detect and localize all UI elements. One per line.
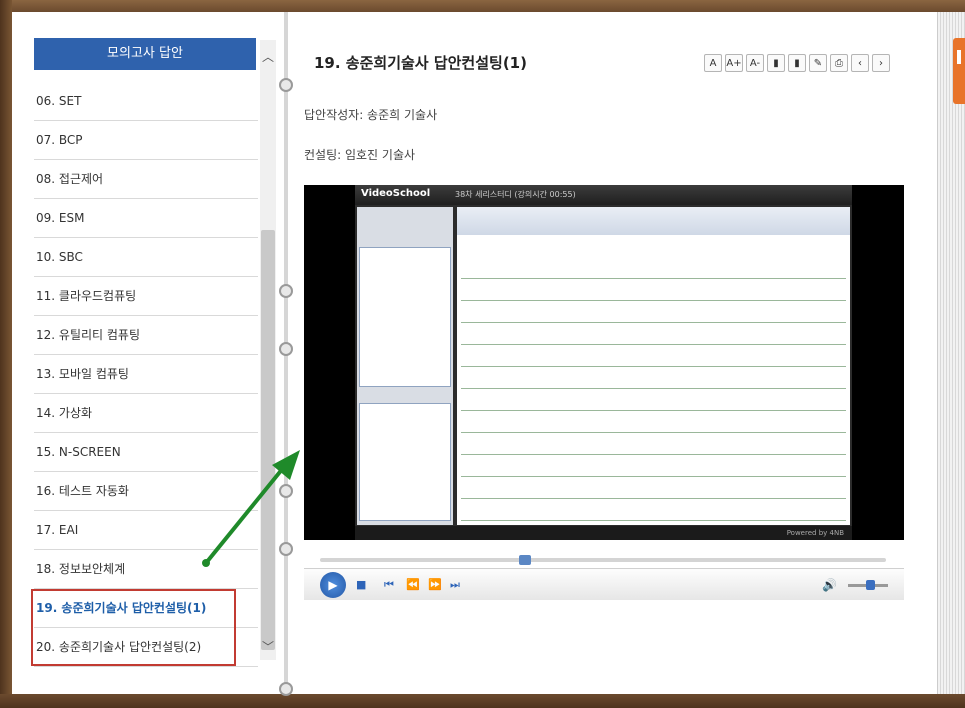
toc-item-07[interactable]: 07. BCP [34, 121, 258, 160]
selection-highlight-box [31, 589, 236, 666]
toc-item-08[interactable]: 08. 접근제어 [34, 160, 258, 199]
volume-thumb[interactable] [866, 580, 875, 590]
previous-track-icon[interactable]: ⏮ [384, 573, 394, 597]
video-caption: 38차 세리스터디 (강의시간 00:55) [455, 190, 576, 199]
video-brand: VideoSchool [361, 188, 431, 199]
toc-scrollbar[interactable]: ︿ ﹀ [260, 40, 276, 660]
stop-icon[interactable]: ■ [356, 573, 366, 597]
handwritten-notes [461, 257, 846, 523]
toc-item-16[interactable]: 16. 테스트 자동화 [34, 472, 258, 511]
toc-list: 06. SET 07. BCP 08. 접근제어 09. ESM 10. SBC… [34, 82, 258, 667]
video-frame-toolbar [457, 207, 850, 235]
video-frame-header: VideoSchool 38차 세리스터디 (강의시간 00:55) [355, 185, 852, 205]
seek-thumb[interactable] [519, 555, 531, 565]
book-frame-top [0, 0, 965, 12]
memo-icon[interactable]: ✎ [809, 54, 827, 72]
book: 모의고사 답안 06. SET 07. BCP 08. 접근제어 09. ESM… [12, 12, 938, 696]
prev-page-icon[interactable]: ‹ [851, 54, 869, 72]
toc-item-15[interactable]: 15. N-SCREEN [34, 433, 258, 472]
video-frame-document-list [359, 247, 451, 387]
book-frame-left [0, 0, 12, 708]
video-frame-footer: Powered by 4NB [355, 526, 852, 540]
bookmark-list-icon[interactable]: ▮ [788, 54, 806, 72]
toc-item-06[interactable]: 06. SET [34, 82, 258, 121]
author-line: 답안작성자: 송준희 기술사 [304, 108, 438, 122]
video-player[interactable]: VideoSchool 38차 세리스터디 (강의시간 00:55) Power… [304, 185, 904, 540]
toc-header: 모의고사 답안 [34, 38, 256, 70]
toc-item-14[interactable]: 14. 가상화 [34, 394, 258, 433]
video-frame-whiteboard [457, 207, 850, 525]
font-size-decrease-icon[interactable]: A- [746, 54, 764, 72]
bookmark-icon[interactable]: ▮ [767, 54, 785, 72]
rewind-icon[interactable]: ⏪ [406, 573, 420, 597]
toc-item-09[interactable]: 09. ESM [34, 199, 258, 238]
next-page-icon[interactable]: › [872, 54, 890, 72]
consultant-line: 컨설팅: 임호진 기술사 [304, 148, 416, 162]
font-size-increase-icon[interactable]: A+ [725, 54, 743, 72]
scroll-thumb[interactable] [261, 230, 275, 650]
toc-item-12[interactable]: 12. 유틸리티 컴퓨팅 [34, 316, 258, 355]
play-icon[interactable]: ▶ [320, 572, 346, 598]
next-track-icon[interactable]: ⏭ [450, 573, 460, 597]
reader-toolbar: A A+ A- ▮ ▮ ✎ ⎙ ‹ › [704, 54, 890, 72]
scroll-up-icon[interactable]: ︿ [260, 46, 276, 68]
video-frame-chat [359, 403, 451, 521]
seek-bar[interactable] [320, 555, 886, 565]
scroll-down-icon[interactable]: ﹀ [260, 636, 276, 658]
table-of-contents-pane: 모의고사 답안 06. SET 07. BCP 08. 접근제어 09. ESM… [12, 12, 284, 694]
font-size-reset-icon[interactable]: A [704, 54, 722, 72]
toc-item-18[interactable]: 18. 정보보안체계 [34, 550, 258, 589]
fast-forward-icon[interactable]: ⏩ [428, 573, 442, 597]
toc-item-13[interactable]: 13. 모바일 컴퓨팅 [34, 355, 258, 394]
toc-item-11[interactable]: 11. 클라우드컴퓨팅 [34, 277, 258, 316]
page-edges [938, 12, 965, 694]
player-controls: ▶ ■ ⏮ ⏪ ⏩ ⏭ 🔊 [304, 568, 904, 600]
video-frame: VideoSchool 38차 세리스터디 (강의시간 00:55) Power… [355, 185, 852, 540]
book-frame-bottom [0, 694, 965, 708]
print-icon[interactable]: ⎙ [830, 54, 848, 72]
volume-icon[interactable]: 🔊 [822, 573, 837, 597]
content-pane: 19. 송준희기술사 답안컨설팅(1) A A+ A- ▮ ▮ ✎ ⎙ ‹ › … [288, 12, 938, 694]
side-tab[interactable] [953, 38, 965, 104]
toc-item-10[interactable]: 10. SBC [34, 238, 258, 277]
page-title: 19. 송준희기술사 답안컨설팅(1) [314, 54, 527, 72]
video-frame-sidebar [357, 207, 453, 525]
toc-item-17[interactable]: 17. EAI [34, 511, 258, 550]
